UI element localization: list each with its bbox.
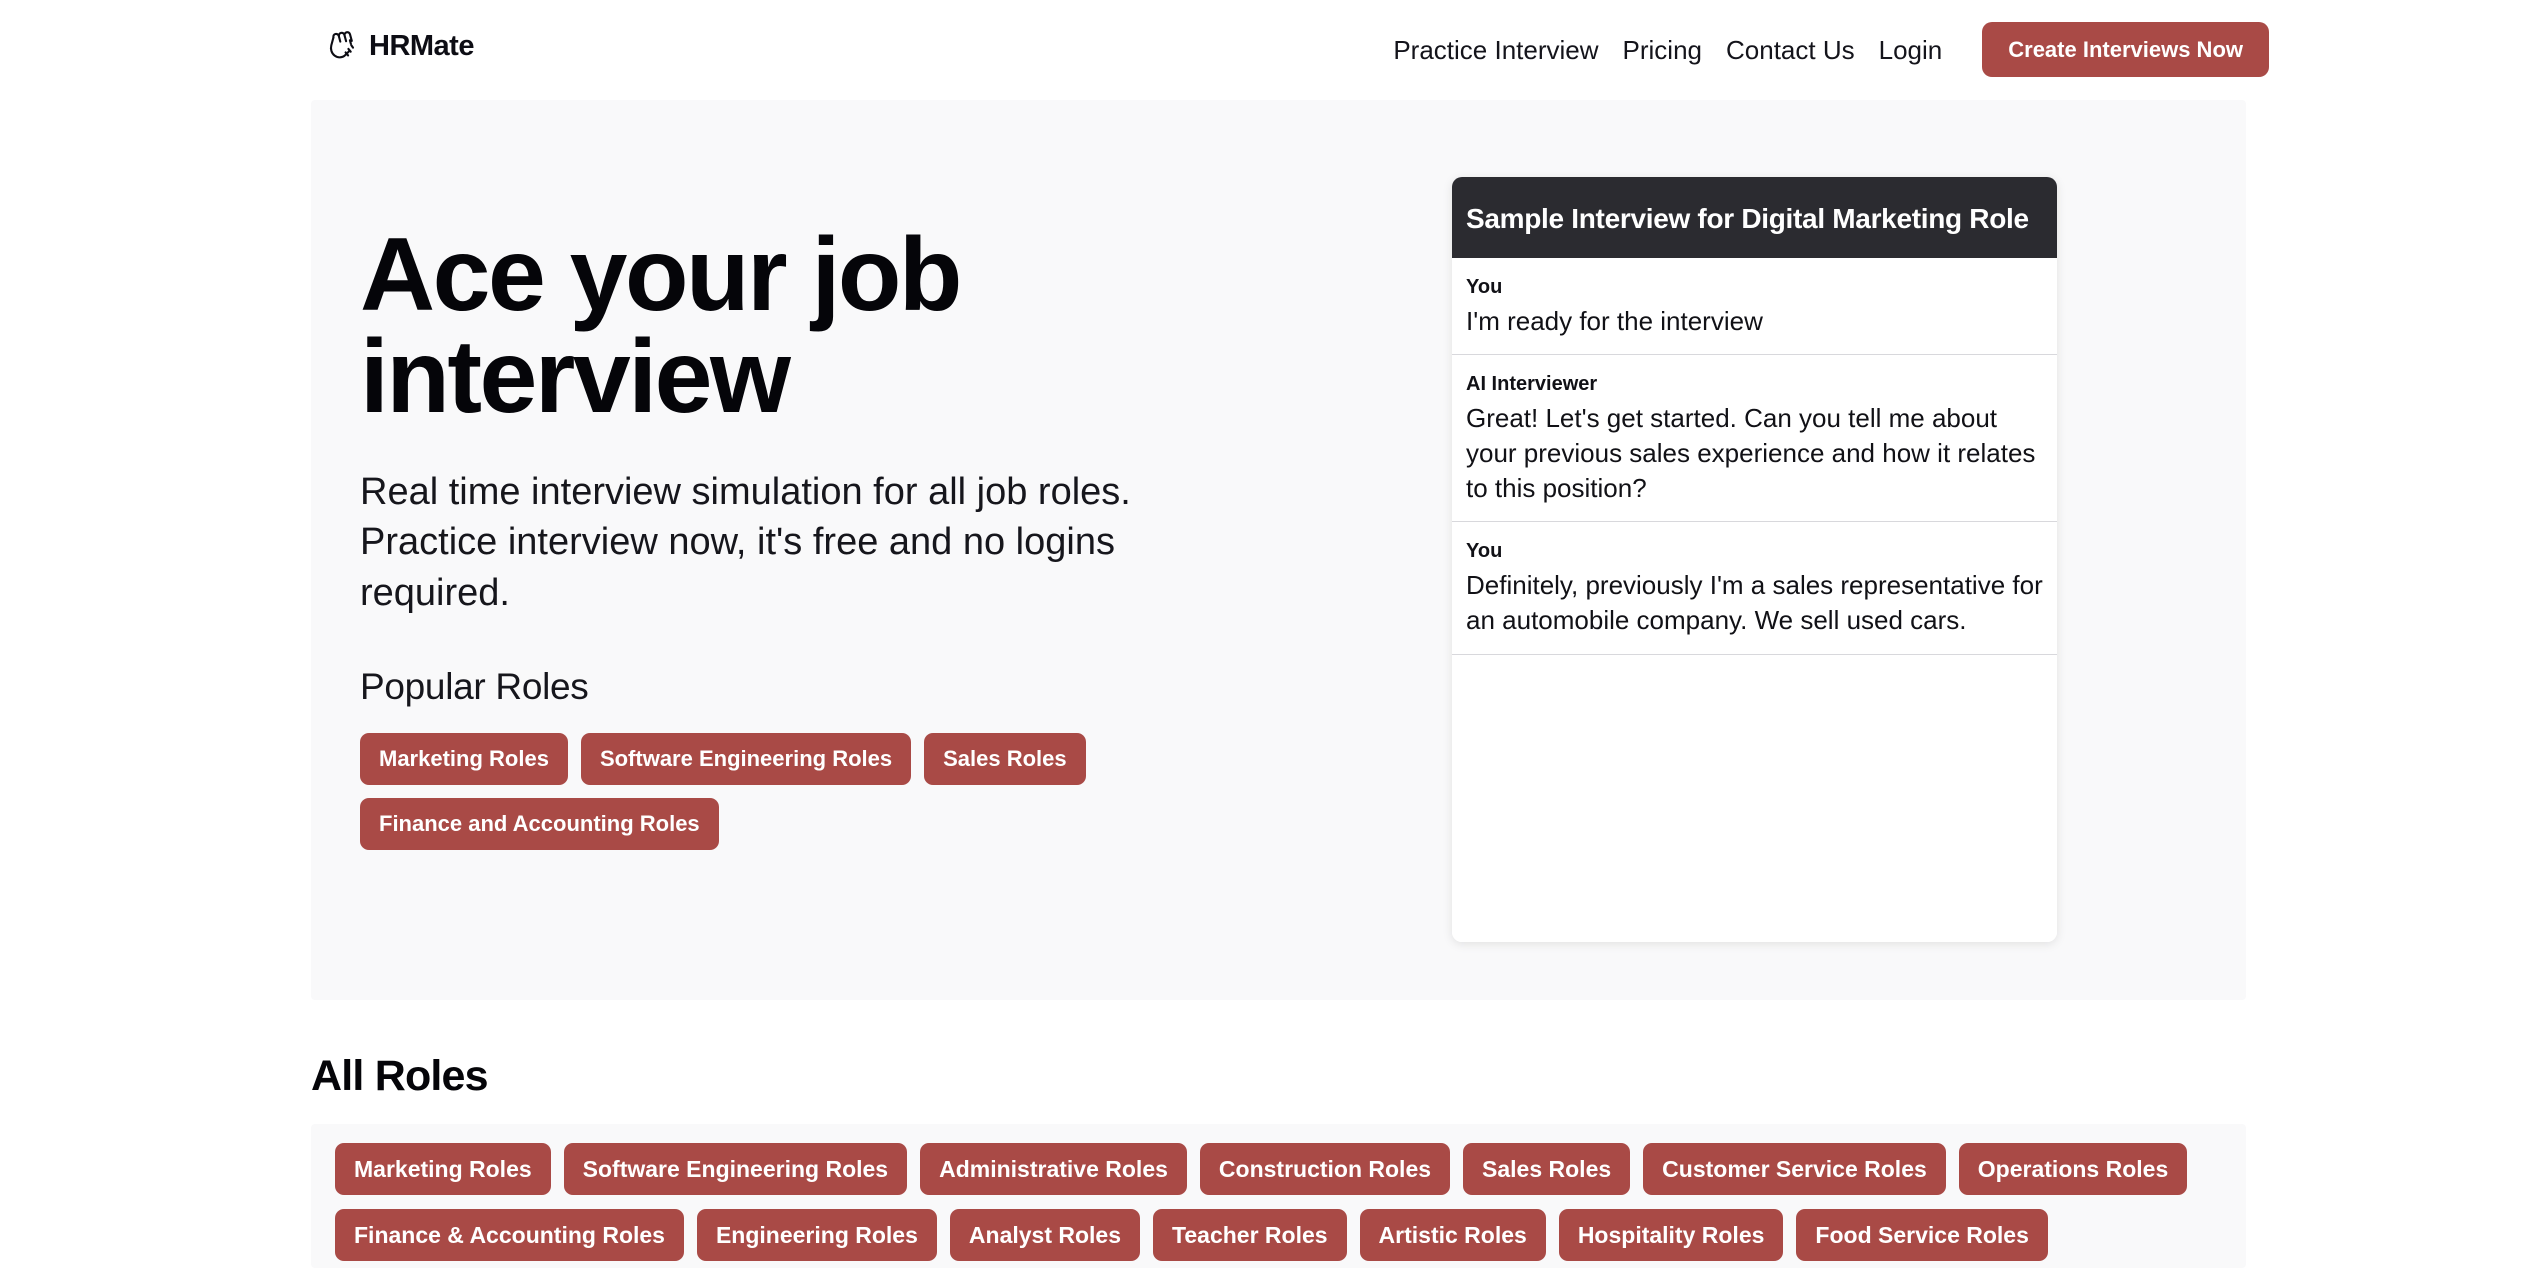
chat-message: AI Interviewer Great! Let's get started.… <box>1452 355 2057 523</box>
hero-content: Ace your job interview Real time intervi… <box>360 217 1360 851</box>
brand-name: HRMate <box>369 29 474 62</box>
all-roles-panel: Marketing Roles Software Engineering Rol… <box>311 1124 2246 1268</box>
waving-hand-icon <box>329 31 355 59</box>
chat-message: You I'm ready for the interview <box>1452 258 2057 356</box>
all-role-food-service[interactable]: Food Service Roles <box>1796 1209 2048 1261</box>
all-role-operations[interactable]: Operations Roles <box>1958 1143 2188 1195</box>
all-role-sales[interactable]: Sales Roles <box>1463 1143 1631 1195</box>
landing-page: HRMate Practice Interview Pricing Contac… <box>0 0 2527 1268</box>
chat-speaker-label: You <box>1466 275 1503 298</box>
all-role-software-engineering[interactable]: Software Engineering Roles <box>563 1143 908 1195</box>
all-role-artistic[interactable]: Artistic Roles <box>1359 1209 1546 1261</box>
chat-empty-space <box>1452 654 2057 942</box>
all-role-administrative[interactable]: Administrative Roles <box>920 1143 1187 1195</box>
sample-interview-card-header: Sample Interview for Digital Marketing R… <box>1452 177 2057 258</box>
all-role-customer-service[interactable]: Customer Service Roles <box>1643 1143 1946 1195</box>
all-role-hospitality[interactable]: Hospitality Roles <box>1558 1209 1784 1261</box>
all-roles-heading: All Roles <box>311 1052 489 1100</box>
all-role-engineering[interactable]: Engineering Roles <box>696 1209 937 1261</box>
hero-subtitle: Real time interview simulation for all j… <box>360 470 1131 614</box>
all-role-finance-accounting[interactable]: Finance & Accounting Roles <box>335 1209 684 1261</box>
chat-speaker-label: AI Interviewer <box>1466 373 1598 396</box>
hero-panel: Ace your job interview Real time intervi… <box>311 100 2246 1000</box>
nav-link-login[interactable]: Login <box>1867 24 1955 76</box>
popular-role-sales[interactable]: Sales Roles <box>924 733 1086 786</box>
all-roles-list: Marketing Roles Software Engineering Rol… <box>335 1143 2222 1261</box>
nav-link-contact-us[interactable]: Contact Us <box>1714 24 1867 76</box>
all-role-teacher[interactable]: Teacher Roles <box>1153 1209 1347 1261</box>
chat-message-text: Great! Let's get started. Can you tell m… <box>1466 403 2036 504</box>
top-navbar: HRMate Practice Interview Pricing Contac… <box>0 0 2527 100</box>
popular-role-software-engineering[interactable]: Software Engineering Roles <box>580 733 912 786</box>
chat-speaker-label: You <box>1466 540 1503 563</box>
nav-link-practice-interview[interactable]: Practice Interview <box>1381 24 1610 76</box>
hero-title: Ace your job interview <box>360 217 962 435</box>
popular-role-finance-and-accounting[interactable]: Finance and Accounting Roles <box>360 798 719 851</box>
sample-interview-card: Sample Interview for Digital Marketing R… <box>1452 177 2057 942</box>
nav-link-pricing[interactable]: Pricing <box>1611 24 1714 76</box>
all-role-marketing[interactable]: Marketing Roles <box>335 1143 551 1195</box>
chat-transcript: You I'm ready for the interview AI Inter… <box>1452 257 2057 942</box>
popular-roles-list: Marketing Roles Software Engineering Rol… <box>360 733 1100 851</box>
popular-roles-heading: Popular Roles <box>360 666 589 708</box>
chat-message-text: I'm ready for the interview <box>1466 305 1763 336</box>
chat-message-text: Definitely, previously I'm a sales repre… <box>1466 570 2043 636</box>
chat-message: You Definitely, previously I'm a sales r… <box>1452 522 2057 655</box>
all-role-construction[interactable]: Construction Roles <box>1199 1143 1451 1195</box>
popular-role-marketing[interactable]: Marketing Roles <box>360 733 568 786</box>
brand-logo[interactable]: HRMate <box>322 28 474 64</box>
create-interviews-now-button[interactable]: Create Interviews Now <box>1982 22 2269 77</box>
all-role-analyst[interactable]: Analyst Roles <box>949 1209 1141 1261</box>
nav-links: Practice Interview Pricing Contact Us Lo… <box>1381 22 2269 77</box>
